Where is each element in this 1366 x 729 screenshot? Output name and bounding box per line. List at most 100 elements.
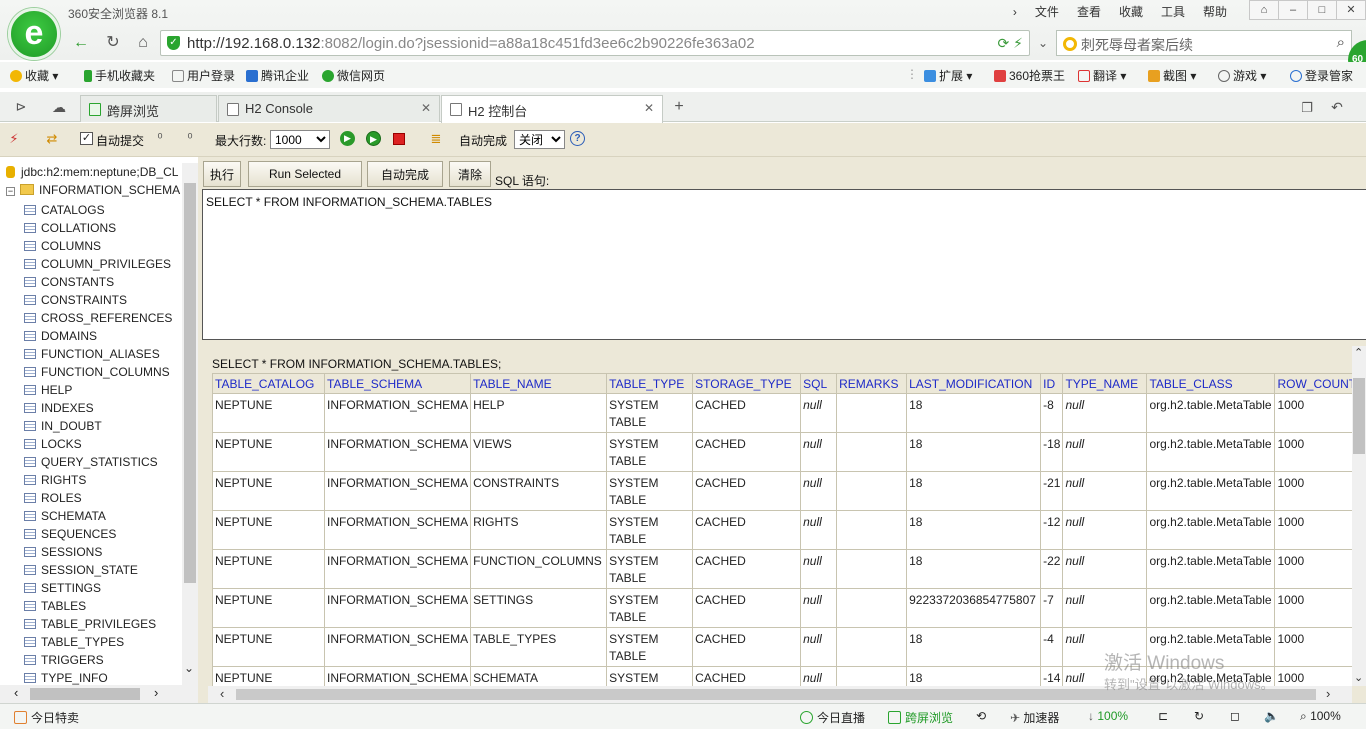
max-rows-select[interactable]: 1000 <box>270 130 330 149</box>
tree-item-catalogs[interactable]: CATALOGS <box>24 201 172 219</box>
cloud-icon[interactable]: ☁ <box>48 96 70 118</box>
search-box[interactable]: 刺死辱母者案后续 ⌕ <box>1056 30 1352 56</box>
tree-item-roles[interactable]: ROLES <box>24 489 172 507</box>
skin-icon[interactable]: ⌂ <box>1249 0 1279 20</box>
tree-item-help[interactable]: HELP <box>24 381 172 399</box>
scroll-thumb[interactable] <box>184 183 196 583</box>
column-header-last-modification[interactable]: LAST_MODIFICATION <box>906 373 1042 394</box>
home-icon[interactable]: ⌂ <box>132 32 154 54</box>
column-header-remarks[interactable]: REMARKS <box>836 373 908 394</box>
ext-login-manager[interactable]: 登录管家 <box>1290 67 1353 84</box>
collapse-icon[interactable]: − <box>6 187 15 196</box>
ext-extensions[interactable]: 扩展 ▾ <box>924 67 972 84</box>
auto-commit-checkbox[interactable]: ✓ <box>80 132 93 145</box>
tree-item-columns[interactable]: COLUMNS <box>24 237 172 255</box>
bookmark-favorites[interactable]: 收藏 ▾ <box>10 67 58 84</box>
ext-ticket[interactable]: 360抢票王 <box>994 67 1065 84</box>
zoom-level[interactable]: ⌕ 100% <box>1300 709 1341 724</box>
tree-item-schemata[interactable]: SCHEMATA <box>24 507 172 525</box>
tree-item-type-info[interactable]: TYPE_INFO <box>24 669 172 685</box>
column-header-table-schema[interactable]: TABLE_SCHEMA <box>323 373 472 394</box>
scroll-thumb[interactable] <box>1353 378 1365 454</box>
scroll-left-arrow-icon[interactable]: ‹ <box>14 685 18 700</box>
help-icon[interactable]: ? <box>570 131 585 146</box>
connection-node[interactable]: jdbc:h2:mem:neptune;DB_CL <box>6 165 178 179</box>
scroll-down-arrow-icon[interactable]: ⌄ <box>184 661 194 675</box>
tree-item-function-columns[interactable]: FUNCTION_COLUMNS <box>24 363 172 381</box>
close-tab-icon[interactable]: ✕ <box>644 101 654 115</box>
run-selected-icon[interactable]: ▶ <box>366 131 381 146</box>
tree-item-locks[interactable]: LOCKS <box>24 435 172 453</box>
tab-h2-console[interactable]: H2 Console ✕ <box>218 95 440 122</box>
menu-file[interactable]: 文件 <box>1026 4 1068 20</box>
rollback-icon[interactable]: ⁰ <box>152 131 168 147</box>
column-header-table-class[interactable]: TABLE_CLASS <box>1146 373 1276 394</box>
run-selected-button[interactable]: Run Selected <box>248 161 362 187</box>
url-text[interactable]: http://192.168.0.132:8082/login.do?jsess… <box>187 35 755 52</box>
tab-cross-screen[interactable]: 跨屏浏览 <box>80 95 217 122</box>
back-arrow-icon[interactable]: ← <box>70 32 92 54</box>
column-header-table-catalog[interactable]: TABLE_CATALOG <box>212 373 325 394</box>
scroll-thumb[interactable] <box>30 688 140 700</box>
scroll-left-arrow-icon[interactable]: ‹ <box>220 686 224 701</box>
menu-collapse-icon[interactable]: › <box>1004 4 1026 20</box>
undo-close-icon[interactable]: ↶ <box>1326 96 1348 118</box>
chevron-down-icon[interactable]: ⌄ <box>1032 32 1054 54</box>
menu-view[interactable]: 查看 <box>1068 4 1110 20</box>
close-button[interactable]: ✕ <box>1336 0 1366 20</box>
disconnect-icon[interactable]: ⚡ <box>6 131 22 147</box>
scroll-up-arrow-icon[interactable]: ⌃ <box>1354 346 1363 359</box>
tree-item-constraints[interactable]: CONSTRAINTS <box>24 291 172 309</box>
auto-complete-button[interactable]: 自动完成 <box>367 161 443 187</box>
scroll-down-arrow-icon[interactable]: ⌄ <box>1354 671 1363 684</box>
bookmark-user-login[interactable]: 用户登录 <box>172 67 235 84</box>
tree-item-sequences[interactable]: SEQUENCES <box>24 525 172 543</box>
run-icon[interactable]: ▶ <box>340 131 355 146</box>
scroll-right-arrow-icon[interactable]: › <box>1326 686 1330 701</box>
today-deals[interactable]: 今日特卖 <box>14 709 79 726</box>
minimize-button[interactable]: – <box>1278 0 1308 20</box>
column-header-type-name[interactable]: TYPE_NAME <box>1062 373 1148 394</box>
bookmark-wechat[interactable]: 微信网页 <box>322 67 385 84</box>
schema-node[interactable]: − INFORMATION_SCHEMA <box>6 183 180 197</box>
history-icon[interactable]: ≣ <box>428 131 444 147</box>
tab-h2-console-cn[interactable]: H2 控制台 ✕ <box>441 95 663 123</box>
tree-item-triggers[interactable]: TRIGGERS <box>24 651 172 669</box>
tree-item-settings[interactable]: SETTINGS <box>24 579 172 597</box>
tree-item-rights[interactable]: RIGHTS <box>24 471 172 489</box>
column-header-table-name[interactable]: TABLE_NAME <box>470 373 608 394</box>
column-header-row-count-estimate[interactable]: ROW_COUNT_ESTIMATE <box>1274 373 1352 394</box>
rss-icon[interactable]: ⊏ <box>1158 709 1168 723</box>
clear-button[interactable]: 清除 <box>449 161 491 187</box>
refresh-icon[interactable]: ↻ <box>102 32 124 54</box>
tree-item-collations[interactable]: COLLATIONS <box>24 219 172 237</box>
tree-item-table-privileges[interactable]: TABLE_PRIVILEGES <box>24 615 172 633</box>
menu-tools[interactable]: 工具 <box>1152 4 1194 20</box>
menu-favorites[interactable]: 收藏 <box>1110 4 1152 20</box>
tree-vertical-scrollbar[interactable]: ⌄ <box>182 163 198 685</box>
url-status-icons[interactable]: ⟳ ⚡ <box>998 35 1023 52</box>
window-icon[interactable]: ◻ <box>1230 709 1240 723</box>
result-vertical-scrollbar[interactable]: ⌃ ⌄ <box>1352 346 1366 686</box>
column-header-id[interactable]: ID <box>1040 373 1064 394</box>
tree-item-sessions[interactable]: SESSIONS <box>24 543 172 561</box>
live-stream[interactable]: 今日直播 <box>800 709 865 726</box>
new-tab-icon[interactable]: + <box>668 96 690 118</box>
tree-item-function-aliases[interactable]: FUNCTION_ALIASES <box>24 345 172 363</box>
bookmark-mobile[interactable]: 手机收藏夹 <box>84 67 155 84</box>
tree-item-query-statistics[interactable]: QUERY_STATISTICS <box>24 453 172 471</box>
tree-horizontal-scrollbar[interactable]: ‹ › <box>0 685 198 703</box>
refresh-icon[interactable]: ↻ <box>1194 709 1204 723</box>
column-header-storage-type[interactable]: STORAGE_TYPE <box>692 373 802 394</box>
ext-screenshot[interactable]: 截图 ▾ <box>1148 67 1196 84</box>
search-text[interactable]: 刺死辱母者案后续 <box>1081 35 1193 55</box>
auto-complete-select[interactable]: 关闭 <box>514 130 565 149</box>
search-icon[interactable]: ⌕ <box>1337 34 1345 51</box>
tab-list-icon[interactable]: ❐ <box>1296 97 1318 119</box>
volume-icon[interactable]: 🔈 <box>1264 709 1279 723</box>
tree-item-in-doubt[interactable]: IN_DOUBT <box>24 417 172 435</box>
tree-item-column-privileges[interactable]: COLUMN_PRIVILEGES <box>24 255 172 273</box>
ext-games[interactable]: 游戏 ▾ <box>1218 67 1266 84</box>
tree-item-table-types[interactable]: TABLE_TYPES <box>24 633 172 651</box>
menu-help[interactable]: 帮助 <box>1194 4 1236 20</box>
